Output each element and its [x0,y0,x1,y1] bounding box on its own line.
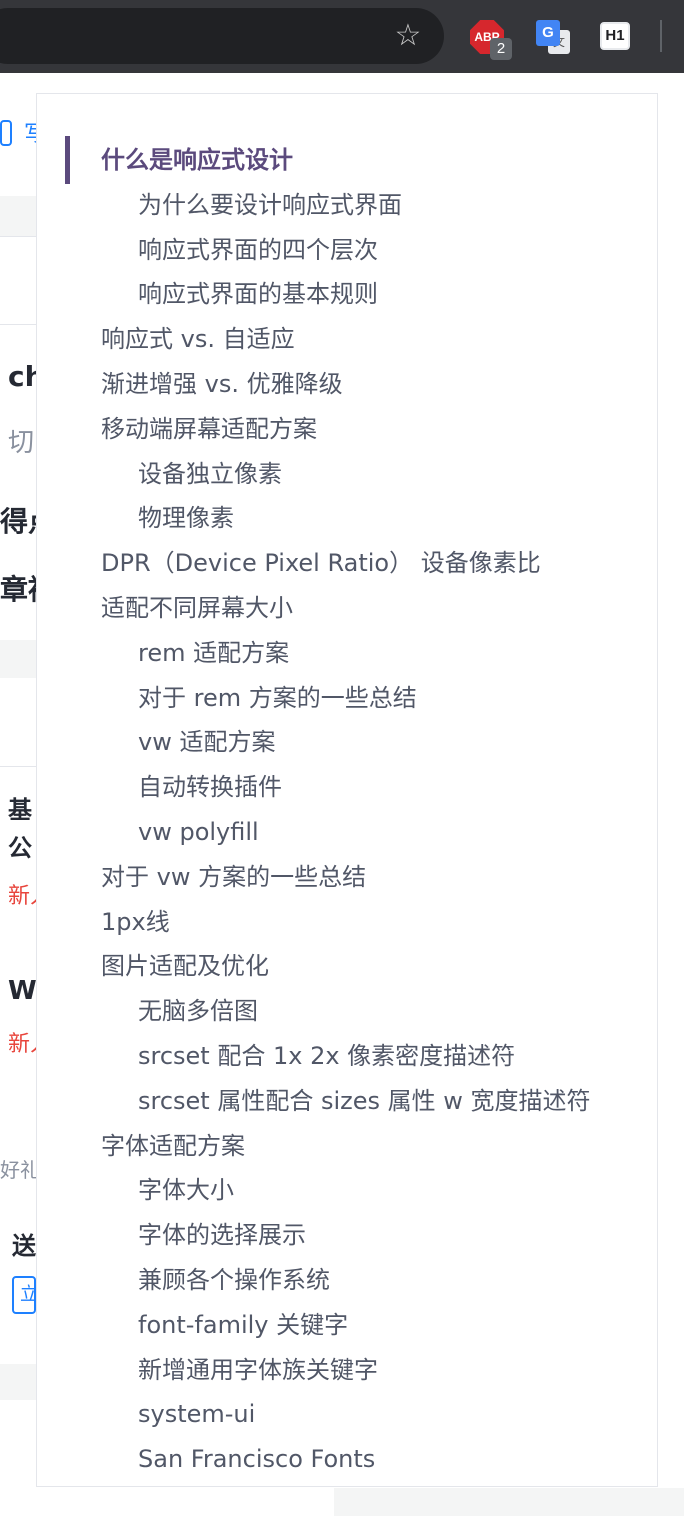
toc-item[interactable]: 渐进增强 vs. 优雅降级 [101,362,343,406]
bg-divider [0,640,40,678]
toc-item[interactable]: San Francisco Fonts [138,1437,375,1481]
bg-line [0,236,40,237]
toc-item[interactable]: system-ui [138,1392,255,1436]
bg-bottom-strip [334,1488,684,1516]
toc-panel: 什么是响应式设计 为什么要设计响应式界面 响应式界面的四个层次 响应式界面的基本规则响… [36,93,658,1487]
toc-item[interactable]: 设备独立像素 [138,452,282,496]
toc-item[interactable]: 什么是响应式设计 [101,138,293,182]
adblock-badge: 2 [490,38,512,60]
toc-item[interactable]: 为什么要设计响应式界面 [138,183,402,227]
toc-item[interactable]: vw polyfill [138,810,259,854]
toc-item[interactable]: vw 适配方案 [138,720,275,764]
bg-divider [0,196,40,236]
toc-item[interactable]: 响应式界面的基本规则 [138,272,378,316]
toc-item[interactable]: 响应式 vs. 自适应 [101,317,295,361]
toc-item[interactable]: 响应式界面的四个层次 [138,228,378,272]
bg-line [0,766,40,767]
toolbar-separator [660,20,662,52]
h1-extension-icon[interactable]: H1 [600,22,630,50]
toc-item[interactable]: 自动转换插件 [138,765,282,809]
bg-line [0,324,40,325]
bg-fragment: 得点 [0,505,40,538]
toc-item[interactable]: 适配不同屏幕大小 [101,586,293,630]
toc-item[interactable]: 无脑多倍图 [138,989,258,1033]
toc-item[interactable]: 1px线 [101,900,170,944]
write-icon[interactable] [0,120,12,146]
google-translate-icon[interactable]: 文 G [536,20,570,54]
adblock-extension-icon[interactable]: ABP 2 [470,20,512,60]
translate-g-glyph: G [536,20,560,46]
bg-divider [0,1364,40,1400]
toc-item[interactable]: 字体大小 [138,1168,234,1212]
toc-item[interactable]: 字体适配方案 [101,1124,245,1168]
toc-item[interactable]: 对于 vw 方案的一些总结 [101,855,366,899]
toc-item[interactable]: rem 适配方案 [138,631,289,675]
toc-item[interactable]: srcset 配合 1x 2x 像素密度描述符 [138,1034,515,1078]
toc-item[interactable]: DPR（Device Pixel Ratio） 设备像素比 [101,541,541,585]
star-icon[interactable]: ☆ [390,18,426,54]
bg-button[interactable]: 立 [12,1276,36,1314]
toc-item[interactable]: 对于 rem 方案的一些总结 [138,676,417,720]
toc-item[interactable]: 新增通用字体族关键字 [138,1348,378,1392]
browser-toolbar: ☆ ABP 2 文 G H1 [0,0,684,73]
toc-item[interactable]: 兼顾各个操作系统 [138,1258,330,1302]
toc-active-indicator [65,136,70,184]
address-bar[interactable] [0,8,444,64]
toc-item[interactable]: 物理像素 [138,496,234,540]
toc-item[interactable]: 字体的选择展示 [138,1213,306,1257]
bg-fragment: 好礼 [0,1158,40,1182]
toc-item[interactable]: srcset 属性配合 sizes 属性 w 宽度描述符 [138,1079,591,1123]
toc-item[interactable]: 图片适配及优化 [101,944,269,988]
toc-item[interactable]: 移动端屏幕适配方案 [101,407,317,451]
toc-item[interactable]: font-family 关键字 [138,1303,348,1347]
bg-fragment: 章被 [0,573,40,606]
